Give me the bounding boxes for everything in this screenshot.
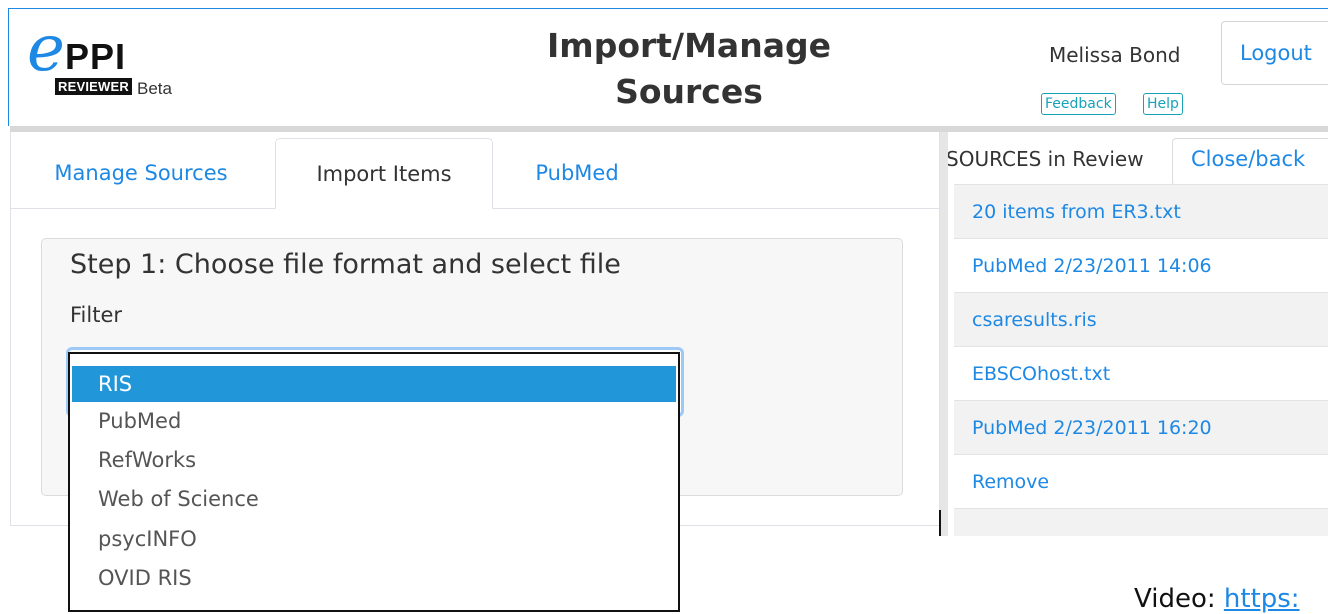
source-item[interactable]: 20 items from ER3.txt [954,184,1328,238]
eppi-reviewer-logo[interactable]: e PPI REVIEWER Beta [27,17,227,111]
panel-divider-dark [939,510,941,536]
app-header: e PPI REVIEWER Beta Import/Manage Source… [8,8,1328,126]
step-title: Step 1: Choose file format and select fi… [70,249,621,280]
user-name: Melissa Bond [1049,43,1181,67]
logo-ppi: PPI [65,36,127,77]
page-title-line1: Import/Manage [547,26,831,65]
sources-panel: SOURCES in Review Close/back 20 items fr… [940,132,1328,536]
tab-bar: Manage Sources Import Items PubMed [11,132,939,209]
filter-dropdown-list[interactable]: RIS PubMed RefWorks Web of Science psycI… [68,352,680,612]
source-item[interactable]: csaresults.ris [954,292,1328,346]
tab-import-items[interactable]: Import Items [275,138,493,209]
filter-option-ris[interactable]: RIS [72,366,676,402]
tab-pubmed[interactable]: PubMed [497,138,657,208]
video-label: Video: [1134,584,1216,614]
video-link[interactable]: https: [1224,584,1300,614]
feedback-button[interactable]: Feedback [1041,93,1116,115]
source-item[interactable]: PubMed 2/23/2011 14:06 [954,238,1328,292]
filter-label: Filter [70,303,123,327]
close-back-label: Close/back [1191,147,1306,171]
filter-option-ovid-ris[interactable]: OVID RIS [70,559,678,598]
sources-panel-header: SOURCES in Review [946,147,1144,171]
page-title-line2: Sources [615,72,763,111]
close-back-button[interactable]: Close/back [1172,138,1328,186]
source-item[interactable]: EBSCOhost.txt [954,346,1328,400]
filter-option-pubmed[interactable]: PubMed [70,402,678,441]
source-item[interactable]: PubMed 2/23/2011 16:20 [954,400,1328,454]
logo-beta: Beta [137,79,172,98]
logout-button[interactable]: Logout [1221,21,1328,85]
source-item-empty [954,508,1328,536]
filter-option-web-of-science[interactable]: Web of Science [70,480,678,519]
filter-option-psycinfo[interactable]: psycINFO [70,520,678,559]
remove-link[interactable]: Remove [954,454,1328,508]
page-title: Import/Manage Sources [489,23,889,115]
tab-manage-sources[interactable]: Manage Sources [21,138,261,208]
filter-option-refworks[interactable]: RefWorks [70,441,678,480]
panel-divider [940,132,948,536]
logout-label: Logout [1240,41,1312,65]
logo-e: e [27,12,65,86]
help-button[interactable]: Help [1143,93,1183,115]
sources-list: 20 items from ER3.txt PubMed 2/23/2011 1… [954,184,1328,536]
logo-reviewer: REVIEWER [55,78,132,95]
video-text: Video: https: [1134,584,1300,614]
